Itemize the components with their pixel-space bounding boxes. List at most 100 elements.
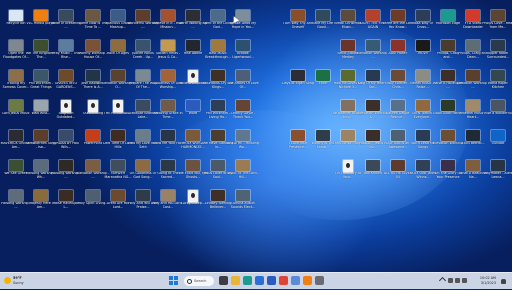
video-thumbnail-icon: [59, 130, 73, 141]
video-thumbnail-icon: [416, 130, 430, 141]
desktop-icon[interactable]: The Affairs Of Love Of...: [227, 68, 259, 98]
desktop-icon[interactable]: Charity Gayle - Thank You...: [230, 98, 256, 128]
edge-icon[interactable]: [243, 276, 252, 285]
desktop-icon[interactable]: Lumina Austin Sounds Elect...: [230, 188, 256, 218]
search-box[interactable]: Search: [184, 276, 214, 286]
weather-widget[interactable]: 59°F Sunny: [4, 275, 44, 287]
desktop-icon[interactable]: Raise Hallelujah L...: [53, 188, 79, 218]
video-thumbnail-icon: [491, 70, 505, 81]
settings-icon[interactable]: [315, 276, 324, 285]
video-thumbnail-icon: [366, 160, 380, 171]
video-thumbnail-icon: [136, 10, 150, 21]
video-thumbnail-icon: [111, 160, 125, 171]
desktop: Recycle Bin VLC media player Abide In Brea…: [0, 0, 512, 272]
video-thumbnail-icon: [161, 10, 175, 21]
video-thumbnail-icon: [291, 10, 305, 21]
video-thumbnail-icon: [211, 70, 225, 81]
video-thumbnail-icon: [136, 130, 150, 141]
video-thumbnail-icon: [59, 40, 73, 51]
video-thumbnail-icon: [441, 70, 455, 81]
video-thumbnail-icon: [9, 10, 23, 21]
desktop-icon[interactable]: Shout To The Lord - Hill...: [227, 158, 259, 188]
video-thumbnail-icon: [391, 160, 405, 171]
desktop-icon[interactable]: Brooke Ligertwood...: [230, 38, 256, 68]
video-thumbnail-icon: [211, 160, 225, 171]
video-thumbnail-icon: [59, 190, 73, 201]
video-thumbnail-icon: [236, 70, 250, 81]
notification-bell-icon[interactable]: [501, 279, 506, 284]
video-thumbnail-icon: [341, 100, 355, 111]
desktop-icon[interactable]: Abide In Breathing ...: [51, 8, 81, 38]
video-thumbnail-icon: [466, 160, 480, 171]
desktop-icon-label: Shout To The Lord - Hill...: [227, 172, 259, 179]
video-thumbnail-icon: [316, 70, 330, 81]
video-thumbnail-icon: [34, 40, 48, 51]
weather-temp: 59°F: [13, 276, 22, 280]
desktop-icon[interactable]: JORDAN BY Paul Wils...: [53, 128, 79, 158]
chrome-icon[interactable]: [279, 276, 288, 285]
desktop-icon[interactable]: Upper Room Surrounded...: [485, 38, 511, 68]
chevron-up-icon[interactable]: [438, 276, 447, 285]
video-thumbnail-icon: [111, 70, 125, 81]
search-icon: [187, 279, 192, 284]
word-icon[interactable]: [267, 276, 276, 285]
weather-condition: Sunny: [13, 281, 24, 285]
video-thumbnail-icon: [136, 100, 150, 111]
desktop-icon-label: Lumina Austin Sounds Elect...: [230, 202, 256, 209]
desktop-icon[interactable]: Sing Him Outdated...: [53, 98, 79, 128]
video-thumbnail-icon: [316, 10, 330, 21]
video-thumbnail-icon: [416, 40, 430, 51]
video-thumbnail-icon: [211, 10, 225, 21]
video-thumbnail-icon: [491, 130, 505, 141]
store-icon[interactable]: [255, 276, 264, 285]
video-thumbnail-icon: [59, 70, 73, 81]
desktop-icon-label: Waymaker - Alert Leona...: [483, 172, 512, 179]
video-thumbnail-icon: [86, 160, 100, 171]
desktop-icon[interactable]: GRAVES INTO GARDENS...: [53, 68, 79, 98]
desktop-icon[interactable]: Outlook: [485, 128, 511, 158]
video-thumbnail-icon: [9, 70, 23, 81]
desktop-icon[interactable]: Hillsong Worship - ...: [51, 158, 81, 188]
desktop-icon[interactable]: Mana Roper Kitchen: [485, 68, 511, 98]
clock[interactable]: 10:02 AM 3/1/2023: [480, 276, 496, 286]
video-thumbnail-icon: [86, 130, 100, 141]
video-thumbnail-icon: [391, 10, 405, 21]
video-thumbnail-icon: [111, 130, 125, 141]
volume-icon[interactable]: [455, 278, 460, 283]
desktop-icon-label: Rise a wonderful: [484, 112, 512, 115]
battery-icon[interactable]: [462, 278, 467, 283]
photos-icon[interactable]: [291, 276, 300, 285]
video-thumbnail-icon: [9, 40, 23, 51]
start-button[interactable]: [169, 276, 179, 286]
video-thumbnail-icon: [161, 130, 175, 141]
desktop-icon[interactable]: Awake Dead My Hope in You...: [230, 8, 256, 38]
video-thumbnail-icon: [136, 40, 150, 51]
video-thumbnail-icon: [236, 130, 250, 141]
video-thumbnail-icon: [366, 130, 380, 141]
clock-date: 3/1/2023: [480, 281, 496, 285]
task-view-icon[interactable]: [219, 276, 228, 285]
desktop-icon[interactable]: Waymaker - Alert Leona...: [483, 158, 512, 188]
video-thumbnail-icon: [9, 190, 23, 201]
video-thumbnail-icon: [34, 160, 48, 171]
vlc-icon[interactable]: [303, 276, 312, 285]
video-thumbnail-icon: [186, 160, 200, 171]
video-thumbnail-icon: [136, 160, 150, 171]
video-thumbnail-icon: [161, 190, 175, 201]
video-thumbnail-icon: [34, 70, 48, 81]
video-thumbnail-icon: [466, 40, 480, 51]
desktop-icon[interactable]: Pray Music - The Rise...: [52, 38, 80, 68]
desktop-icon-label: Brooke Ligertwood...: [232, 52, 254, 59]
video-thumbnail-icon: [86, 190, 100, 201]
file-explorer-icon[interactable]: [231, 276, 240, 285]
video-thumbnail-icon: [366, 40, 380, 51]
desktop-icon-label: Mana Roper Kitchen: [488, 82, 508, 89]
wifi-icon[interactable]: [448, 278, 453, 283]
video-thumbnail-icon: [236, 160, 250, 171]
desktop-icon[interactable]: BREATHE - Hillsong Wo...: [227, 128, 259, 158]
video-thumbnail-icon: [34, 190, 48, 201]
desktop-icon[interactable]: Rise a wonderful: [484, 98, 512, 128]
video-thumbnail-icon: [466, 10, 480, 21]
desktop-icon[interactable]: Philips Cove - Hear from Me...: [482, 8, 512, 38]
video-thumbnail-icon: [291, 130, 305, 141]
